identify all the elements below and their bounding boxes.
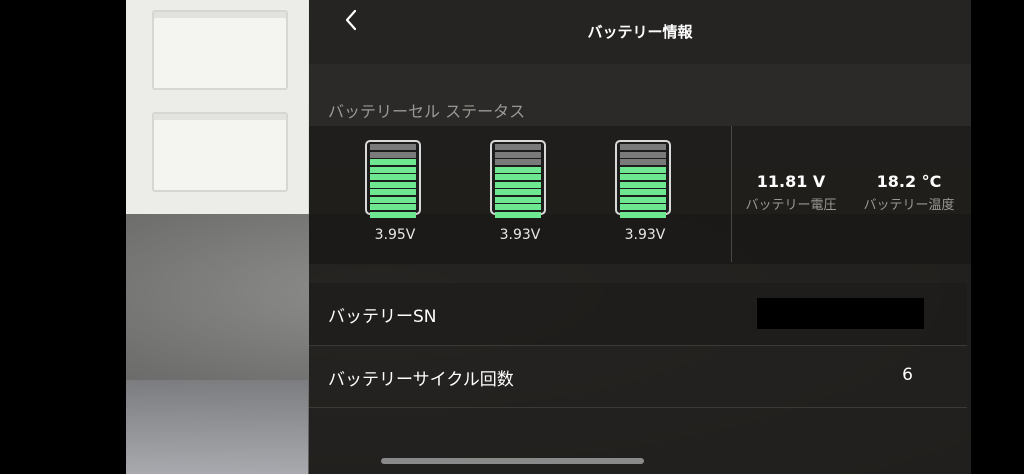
cell-bar-charged (620, 196, 666, 203)
camera-shelf (126, 0, 308, 218)
cell-bar-charged (495, 181, 541, 188)
cell-voltage: 3.93V (499, 227, 541, 243)
cell-bar-charged (495, 211, 541, 218)
cell-bar-charged (620, 211, 666, 218)
cell-bar-charged (620, 166, 666, 173)
battery-temperature-stat: 18.2 °C バッテリー温度 (857, 172, 961, 213)
cell-status-label: バッテリーセル ステータス (328, 102, 526, 121)
battery-voltage-stat: 11.81 V バッテリー電圧 (739, 172, 843, 213)
cell-bar-charged (495, 174, 541, 180)
battery-temperature-value: 18.2 °C (876, 172, 942, 191)
camera-drawer-bottom (152, 112, 288, 192)
cell-bar-charged (495, 196, 541, 203)
cell-bar-charged (495, 166, 541, 173)
battery-info-panel: バッテリー情報 バッテリーセル ステータス 3.95V 3.93V 3.93V … (309, 0, 971, 474)
cell-bar-charged (495, 204, 541, 210)
battery-cell-icon (490, 140, 546, 218)
cell-bar-charged (370, 196, 416, 203)
cell-bar-empty (370, 144, 416, 150)
cell-bar-charged (495, 189, 541, 195)
cell-bar-charged (370, 159, 416, 165)
panel-header: バッテリー情報 (309, 0, 971, 64)
battery-cycle-value: 6 (902, 365, 913, 385)
cell-bar-charged (370, 174, 416, 180)
row-divider (309, 407, 967, 408)
cell-bar-empty (495, 151, 541, 158)
battery-sn-row: バッテリーSN (309, 283, 967, 345)
cell-bar-charged (370, 181, 416, 188)
home-indicator[interactable] (381, 458, 644, 464)
vertical-divider (731, 126, 732, 262)
cell-bar-charged (620, 189, 666, 195)
cell-bar-charged (620, 174, 666, 180)
battery-sn-redacted (757, 298, 924, 329)
cell-voltage: 3.93V (624, 227, 666, 243)
battery-cell-icon (615, 140, 671, 218)
cell-bar-empty (495, 144, 541, 150)
cell-voltage: 3.95V (374, 227, 416, 243)
battery-voltage-label: バッテリー電圧 (745, 198, 837, 213)
cell-bar-charged (370, 204, 416, 210)
cell-bar-empty (620, 151, 666, 158)
cell-bar-charged (370, 211, 416, 218)
cell-bar-charged (370, 166, 416, 173)
battery-voltage-value: 11.81 V (756, 172, 826, 191)
cell-bar-charged (620, 181, 666, 188)
battery-cell-icon (365, 140, 421, 218)
camera-floor-shadow (126, 380, 308, 474)
cell-bar-charged (620, 204, 666, 210)
camera-drawer-top (152, 10, 288, 90)
cell-bar-empty (620, 144, 666, 150)
cell-bar-empty (495, 159, 541, 165)
cell-bar-empty (620, 159, 666, 165)
cell-bar-charged (370, 189, 416, 195)
battery-cycle-label: バッテリーサイクル回数 (328, 370, 514, 390)
battery-temperature-label: バッテリー温度 (863, 198, 955, 213)
page-title: バッテリー情報 (587, 23, 693, 41)
cell-bar-empty (370, 151, 416, 158)
battery-cycle-row: バッテリーサイクル回数 6 (309, 346, 967, 408)
battery-sn-label: バッテリーSN (328, 307, 437, 327)
